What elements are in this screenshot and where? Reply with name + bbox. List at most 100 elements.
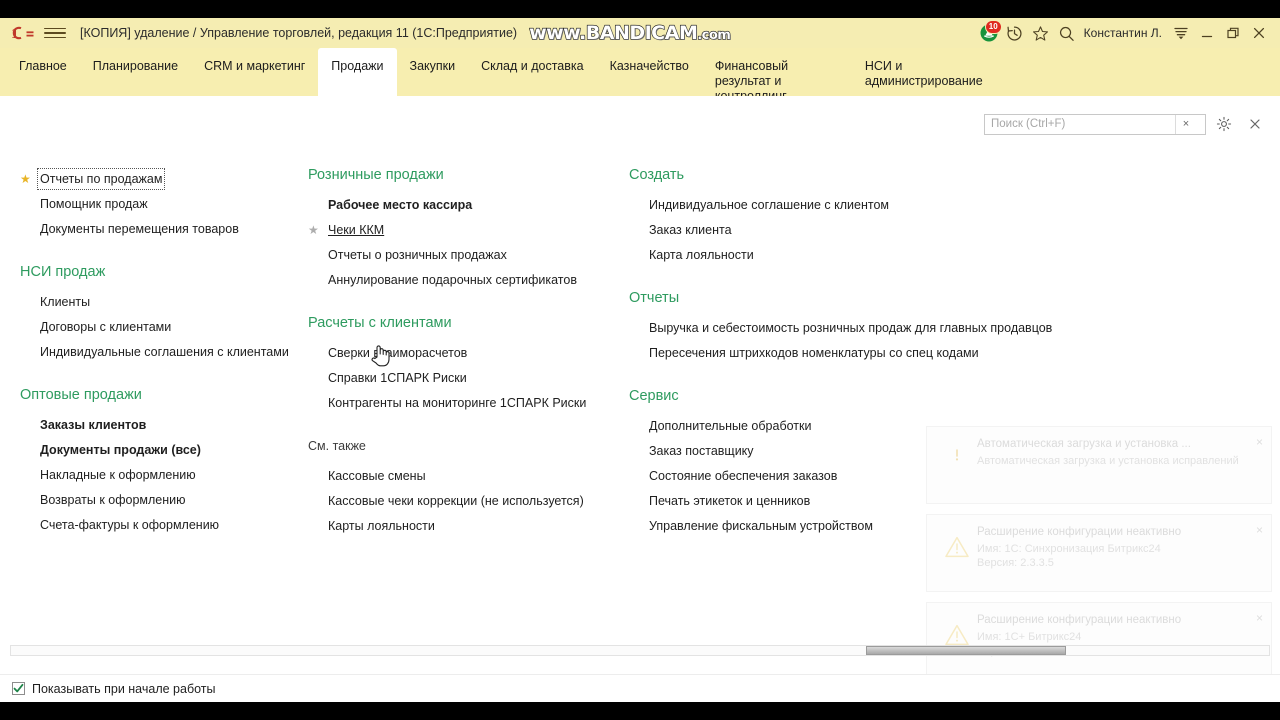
- favorites-star-icon[interactable]: [1028, 21, 1054, 45]
- command-item[interactable]: Карты лояльности: [308, 513, 625, 538]
- search-clear-button[interactable]: ×: [1175, 114, 1196, 134]
- close-icon[interactable]: [1246, 21, 1272, 45]
- command-item-label[interactable]: Кассовые чеки коррекции (не используется…: [328, 493, 584, 509]
- command-item[interactable]: Кассовые чеки коррекции (не используется…: [308, 488, 625, 513]
- hamburger-menu-icon[interactable]: [44, 24, 66, 42]
- command-item[interactable]: Счета-фактуры к оформлению: [20, 512, 305, 537]
- notification-toast-close-icon[interactable]: ×: [1256, 612, 1263, 624]
- command-item[interactable]: ★ Чеки ККМ: [308, 217, 625, 242]
- command-item[interactable]: Карта лояльности: [629, 242, 1095, 267]
- command-item[interactable]: Индивидуальное соглашение с клиентом: [629, 192, 1095, 217]
- command-item[interactable]: Контрагенты на мониторинге 1СПАРК Риски: [308, 390, 625, 415]
- notification-bell-icon[interactable]: 10: [976, 20, 1002, 45]
- notification-toast-body: Расширение конфигурации неактивно Имя: 1С…: [977, 525, 1263, 570]
- command-item[interactable]: Индивидуальные соглашения с клиентами: [20, 339, 305, 364]
- command-item[interactable]: Накладные к оформлению: [20, 462, 305, 487]
- notification-toast-close-icon[interactable]: ×: [1256, 436, 1263, 448]
- command-item-label[interactable]: Контрагенты на мониторинге 1СПАРК Риски: [328, 395, 586, 411]
- command-item[interactable]: Клиенты: [20, 289, 305, 314]
- section-tab-4[interactable]: Закупки: [397, 48, 469, 96]
- favorite-star-icon[interactable]: ★: [20, 173, 31, 185]
- command-item-label[interactable]: Отчеты по продажам: [36, 167, 166, 190]
- section-tab-8[interactable]: НСИ и администрирование: [852, 48, 996, 96]
- command-item-label[interactable]: Отчеты о розничных продажах: [328, 247, 507, 263]
- search-box[interactable]: ×: [984, 113, 1206, 135]
- section-tab-6[interactable]: Казначейство: [597, 48, 702, 96]
- notification-toast[interactable]: Расширение конфигурации неактивно Имя: 1С…: [926, 514, 1272, 592]
- section-tab-0[interactable]: Главное: [6, 48, 80, 96]
- command-item-label[interactable]: Кассовые смены: [328, 468, 426, 484]
- notification-toast[interactable]: Автоматическая загрузка и установка ... А…: [926, 426, 1272, 504]
- command-item-label[interactable]: Чеки ККМ: [328, 222, 384, 238]
- main-menu-icon[interactable]: [1168, 21, 1194, 45]
- search-input[interactable]: [985, 114, 1175, 134]
- notification-toast-close-icon[interactable]: ×: [1256, 524, 1263, 536]
- command-item[interactable]: ★ Отчеты по продажам: [20, 166, 305, 191]
- command-item[interactable]: Отчеты о розничных продажах: [308, 242, 625, 267]
- gear-icon[interactable]: [1211, 113, 1237, 135]
- command-item-label[interactable]: Аннулирование подарочных сертификатов: [328, 272, 577, 288]
- command-item-label[interactable]: Рабочее место кассира: [328, 197, 472, 213]
- command-item-label[interactable]: Возвраты к оформлению: [40, 492, 186, 508]
- command-item[interactable]: Заказы клиентов: [20, 412, 305, 437]
- command-item[interactable]: Документы перемещения товаров: [20, 216, 305, 241]
- command-item-label[interactable]: Документы продажи (все): [40, 442, 201, 458]
- warning-triangle-icon: [937, 613, 977, 647]
- command-item[interactable]: Договоры с клиентами: [20, 314, 305, 339]
- notification-toast[interactable]: Расширение конфигурации неактивно Имя: 1С…: [926, 602, 1272, 680]
- section-tab-2[interactable]: CRM и маркетинг: [191, 48, 318, 96]
- command-item-label[interactable]: Помощник продаж: [40, 196, 148, 212]
- content-panel: × ★ Отчеты по продажам Помощник продаж Доку…: [0, 96, 1280, 702]
- command-item-label[interactable]: Выручка и себестоимость розничных продаж…: [649, 320, 1052, 336]
- command-item-label[interactable]: Счета-фактуры к оформлению: [40, 517, 219, 533]
- horizontal-scrollbar[interactable]: [10, 645, 1270, 656]
- minimize-icon[interactable]: [1194, 21, 1220, 45]
- command-item[interactable]: Возвраты к оформлению: [20, 487, 305, 512]
- command-group: Розничные продажи Рабочее место кассира ★ Ч…: [308, 166, 625, 292]
- user-name[interactable]: Константин Л.: [1084, 26, 1162, 40]
- section-tab-1[interactable]: Планирование: [80, 48, 191, 96]
- search-icon[interactable]: [1054, 21, 1080, 45]
- command-item[interactable]: Кассовые смены: [308, 463, 625, 488]
- show-at-startup-checkbox[interactable]: [12, 682, 25, 695]
- section-tab-3[interactable]: Продажи: [318, 48, 397, 96]
- command-item[interactable]: Рабочее место кассира: [308, 192, 625, 217]
- command-item[interactable]: Документы продажи (все): [20, 437, 305, 462]
- command-item-label[interactable]: Дополнительные обработки: [649, 418, 811, 434]
- command-item-label[interactable]: Накладные к оформлению: [40, 467, 196, 483]
- command-item-label[interactable]: Карта лояльности: [649, 247, 754, 263]
- command-item-label[interactable]: Печать этикеток и ценников: [649, 493, 810, 509]
- command-item-label[interactable]: Сверки взаиморасчетов: [328, 345, 467, 361]
- command-item-label[interactable]: Заказ клиента: [649, 222, 732, 238]
- command-item-label[interactable]: Индивидуальные соглашения с клиентами: [40, 344, 289, 360]
- command-item[interactable]: Аннулирование подарочных сертификатов: [308, 267, 625, 292]
- favorite-star-icon[interactable]: ★: [308, 224, 319, 236]
- command-item[interactable]: Заказ клиента: [629, 217, 1095, 242]
- command-item-label[interactable]: Состояние обеспечения заказов: [649, 468, 837, 484]
- show-at-startup-label: Показывать при начале работы: [32, 681, 216, 696]
- panel-close-icon[interactable]: [1242, 113, 1268, 135]
- command-group: НСИ продаж Клиенты Договоры с клиентами Инд…: [20, 263, 305, 364]
- section-tab-7[interactable]: Финансовый результат и контроллинг: [702, 48, 852, 103]
- command-item-label[interactable]: Договоры с клиентами: [40, 319, 171, 335]
- section-tab-5[interactable]: Склад и доставка: [468, 48, 596, 96]
- command-item-label[interactable]: Управление фискальным устройством: [649, 518, 873, 534]
- command-column-2: Розничные продажи Рабочее место кассира ★ Ч…: [305, 166, 625, 560]
- command-item-label[interactable]: Карты лояльности: [328, 518, 435, 534]
- command-item-label[interactable]: Индивидуальное соглашение с клиентом: [649, 197, 889, 213]
- command-item[interactable]: Пересечения штрихкодов номенклатуры со с…: [629, 340, 1095, 365]
- command-item-label[interactable]: Документы перемещения товаров: [40, 221, 239, 237]
- command-column-1: ★ Отчеты по продажам Помощник продаж Докуме…: [0, 166, 305, 560]
- history-clock-icon[interactable]: [1002, 21, 1028, 45]
- command-item-label[interactable]: Справки 1СПАРК Риски: [328, 370, 467, 386]
- command-item-label[interactable]: Заказы клиентов: [40, 417, 146, 433]
- command-item[interactable]: Справки 1СПАРК Риски: [308, 365, 625, 390]
- command-item[interactable]: Помощник продаж: [20, 191, 305, 216]
- command-item[interactable]: Выручка и себестоимость розничных продаж…: [629, 315, 1095, 340]
- command-item-label[interactable]: Клиенты: [40, 294, 90, 310]
- command-item-label[interactable]: Заказ поставщику: [649, 443, 754, 459]
- command-item[interactable]: Сверки взаиморасчетов: [308, 340, 625, 365]
- restore-icon[interactable]: [1220, 21, 1246, 45]
- command-item-label[interactable]: Пересечения штрихкодов номенклатуры со с…: [649, 345, 979, 361]
- scrollbar-thumb[interactable]: [866, 646, 1066, 655]
